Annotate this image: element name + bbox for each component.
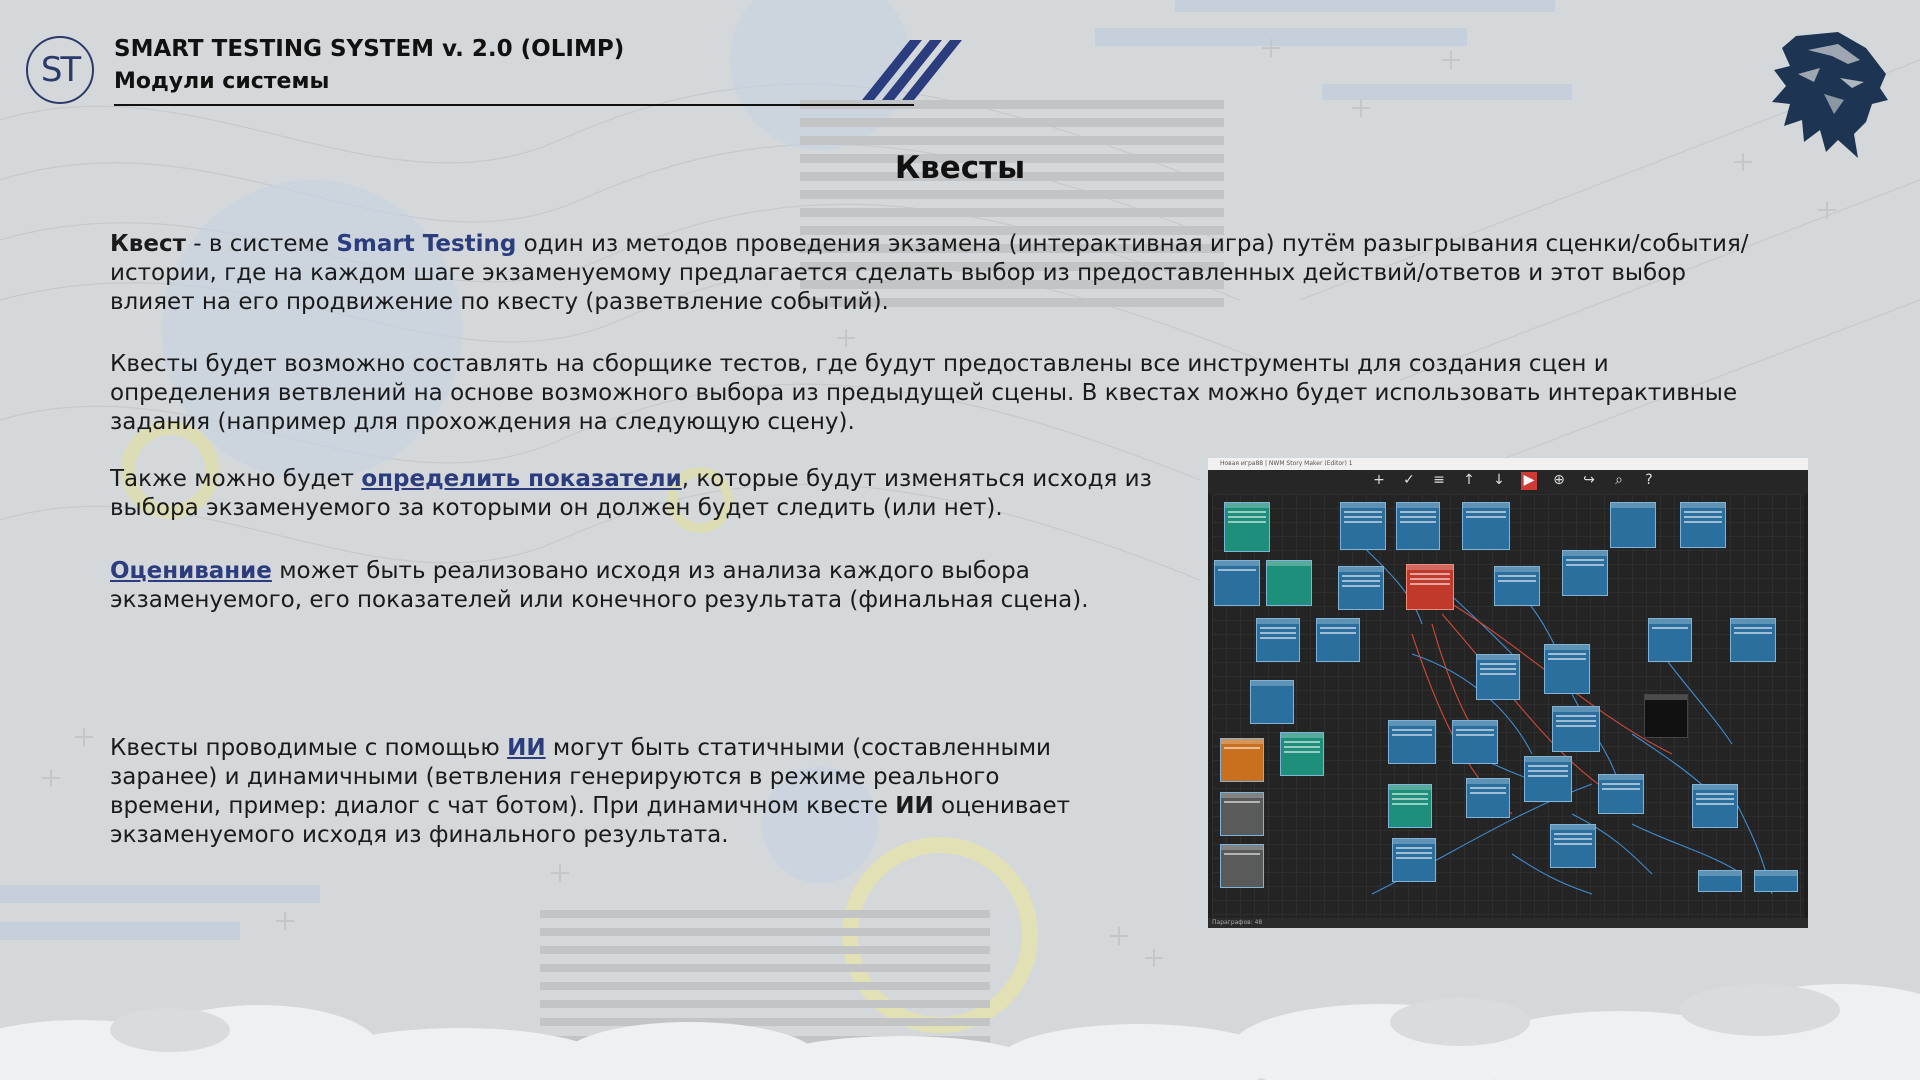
- p5-line-1: Квесты проводимые с помощью ИИ могут быт…: [110, 734, 1190, 763]
- smart-testing-logo: ST: [26, 36, 94, 104]
- p3-text-b: , которые будут изменяться исходя из: [681, 466, 1152, 492]
- editor-toolbar: + ✓ ≡ ↑ ↓ ▶ ⊕ ↪ ⌕ ?: [1208, 470, 1808, 494]
- story-maker-screenshot: Новая игра88 | NWM Story Maker (Editor) …: [1208, 458, 1808, 928]
- p2-line-2: определения ветвлений на основе возможно…: [110, 380, 1738, 406]
- system-title: SMART TESTING SYSTEM v. 2.0 (OLIMP): [114, 36, 625, 62]
- graph-node: [1476, 654, 1520, 700]
- quest-term: Квест: [110, 231, 186, 257]
- graph-node: [1544, 644, 1590, 694]
- graph-node: [1266, 560, 1312, 606]
- link-define-indicators[interactable]: определить показатели: [361, 466, 681, 492]
- p4-line-2: экзаменуемого, его показателей или конеч…: [110, 587, 1089, 613]
- p5-ai-bold: ИИ: [895, 793, 934, 819]
- play-icon: ▶: [1521, 472, 1537, 490]
- graph-node: [1552, 706, 1600, 752]
- arrow-up-icon: ↑: [1463, 472, 1475, 488]
- p5-line-4: экзаменуемого исходя из финального резул…: [110, 822, 729, 848]
- paragraph-quest-definition: Квест - в системе Smart Testing один из …: [110, 230, 1830, 317]
- p5-text-d: оценивает: [933, 793, 1071, 819]
- add-circle-icon: ⊕: [1553, 472, 1565, 488]
- check-icon: ✓: [1403, 472, 1415, 488]
- lion-logo-icon: [1772, 32, 1888, 158]
- graph-node: [1462, 502, 1510, 550]
- graph-node: [1692, 784, 1738, 828]
- graph-node: [1392, 838, 1436, 882]
- graph-node: [1250, 680, 1294, 724]
- system-subtitle: Модули системы: [114, 69, 330, 94]
- p5-line-3: времени, пример: диалог с чат ботом). Пр…: [110, 792, 1190, 821]
- header-divider: [114, 104, 914, 106]
- p1-line-3: влияет на его продвижение по квесту (раз…: [110, 289, 889, 315]
- graph-node: [1524, 756, 1572, 802]
- p5-text-c: времени, пример: диалог с чат ботом). Пр…: [110, 793, 896, 819]
- graph-node: [1220, 738, 1264, 782]
- graph-node: [1316, 618, 1360, 662]
- header-stripes-decoration: [862, 40, 962, 100]
- arrow-down-icon: ↓: [1493, 472, 1505, 488]
- p5-text-a: Квесты проводимые с помощью: [110, 735, 508, 761]
- graph-node: [1220, 844, 1264, 888]
- p2-line-1: Квесты будет возможно составлять на сбор…: [110, 351, 1609, 377]
- graph-node: [1406, 564, 1454, 610]
- editor-window-title: Новая игра88 | NWM Story Maker (Editor) …: [1208, 458, 1808, 470]
- p2-line-3: задания (например для прохождения на сле…: [110, 409, 855, 435]
- logo-text: ST: [40, 50, 81, 90]
- paragraph-evaluation: Оценивание может быть реализовано исходя…: [110, 557, 1190, 615]
- graph-node: [1338, 566, 1384, 610]
- slide-title: Квесты: [894, 150, 1026, 186]
- graph-node: [1214, 560, 1260, 606]
- share-icon: ↪: [1583, 472, 1595, 488]
- graph-node: [1598, 774, 1644, 814]
- p1-line-2: истории, где на каждом шаге экзаменуемом…: [110, 260, 1686, 286]
- search-icon: ⌕: [1615, 472, 1623, 488]
- graph-node: [1220, 792, 1264, 836]
- graph-node: [1644, 694, 1688, 738]
- link-ai[interactable]: ИИ: [507, 735, 546, 761]
- graph-node: [1610, 502, 1656, 548]
- graph-node: [1452, 720, 1498, 764]
- help-icon: ?: [1645, 472, 1653, 488]
- plus-icon: +: [1373, 472, 1385, 488]
- graph-node: [1648, 618, 1692, 662]
- list-icon: ≡: [1433, 472, 1445, 488]
- p1-text-b: один из методов проведения экзамена (инт…: [516, 231, 1749, 257]
- p3-line-1: Также можно будет определить показатели,…: [110, 465, 1190, 494]
- p5-line-2: заранее) и динамичными (ветвления генери…: [110, 764, 1000, 790]
- editor-status-bar: Параграфов: 48: [1208, 918, 1808, 928]
- link-evaluation[interactable]: Оценивание: [110, 558, 272, 584]
- p1-text-a: - в системе: [185, 231, 337, 257]
- paragraph-indicators: Также можно будет определить показатели,…: [110, 465, 1190, 523]
- brand-smart-testing: Smart Testing: [336, 231, 517, 257]
- graph-node: [1550, 824, 1596, 868]
- graph-node: [1340, 502, 1386, 550]
- p3-line-2: выбора экзаменуемого за которыми он долж…: [110, 495, 1003, 521]
- graph-node: [1494, 566, 1540, 606]
- p4-text-a: может быть реализовано исходя из анализа…: [271, 558, 1030, 584]
- graph-node: [1396, 502, 1440, 550]
- node-graph-canvas: [1212, 494, 1804, 918]
- graph-node: [1562, 550, 1608, 596]
- graph-node: [1388, 784, 1432, 828]
- paragraph-quest-builder: Квесты будет возможно составлять на сбор…: [110, 350, 1830, 437]
- graph-node: [1466, 778, 1510, 818]
- graph-node: [1388, 720, 1436, 764]
- graph-node: [1754, 870, 1798, 892]
- graph-node: [1256, 618, 1300, 662]
- p5-text-b: могут быть статичными (составленными: [545, 735, 1051, 761]
- graph-node: [1224, 502, 1270, 552]
- graph-node: [1698, 870, 1742, 892]
- paragraph-ai-quests: Квесты проводимые с помощью ИИ могут быт…: [110, 734, 1190, 850]
- graph-node: [1730, 618, 1776, 662]
- p4-line-1: Оценивание может быть реализовано исходя…: [110, 557, 1190, 586]
- graph-node: [1680, 502, 1726, 548]
- p3-text-a: Также можно будет: [110, 466, 362, 492]
- p1-line-1: Квест - в системе Smart Testing один из …: [110, 230, 1830, 259]
- graph-node: [1280, 732, 1324, 776]
- node-connections: [1351, 535, 1773, 895]
